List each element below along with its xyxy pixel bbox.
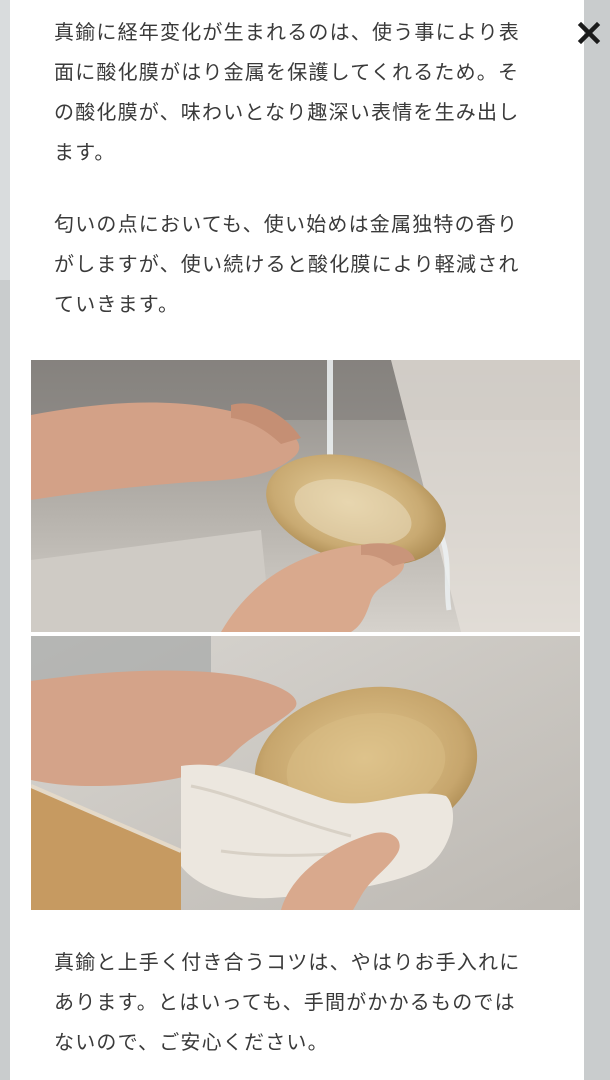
paragraph-smell-explanation: 匂いの点においても、使い始めは金属独特の香り がしますが、使い続けると酸化膜によ… (54, 204, 554, 324)
article-panel: 真鍮に経年変化が生まれるのは、使う事により表 面に酸化膜がはり金属を保護してくれ… (10, 0, 584, 1080)
paragraph-care-tips: 真鍮と上手く付き合うコツは、やはりお手入れに あります。とはいっても、手間がかか… (54, 942, 554, 1062)
text-line: 匂いの点においても、使い始めは金属独特の香り (54, 212, 519, 236)
text-line: 真鍮と上手く付き合うコツは、やはりお手入れに (54, 950, 521, 974)
close-icon[interactable] (576, 20, 602, 46)
text-line: 面に酸化膜がはり金属を保護してくれるため。そ (54, 60, 520, 84)
text-line: の酸化膜が、味わいとなり趣深い表情を生み出し (54, 100, 520, 124)
left-gutter (0, 0, 10, 1080)
photo-washing-dish (31, 360, 580, 632)
paragraph-patina-explanation: 真鍮に経年変化が生まれるのは、使う事により表 面に酸化膜がはり金属を保護してくれ… (54, 12, 554, 172)
photo-drying-dish (31, 636, 580, 910)
viewport: 真鍮に経年変化が生まれるのは、使う事により表 面に酸化膜がはり金属を保護してくれ… (0, 0, 610, 1080)
text-line: がしますが、使い続けると酸化膜により軽減され (54, 252, 520, 276)
left-gutter-shade (0, 0, 10, 280)
text-line: あります。とはいっても、手間がかかるものでは (54, 990, 516, 1014)
right-gutter (584, 0, 610, 1080)
text-line: ないので、ご安心ください。 (54, 1030, 329, 1054)
text-line: ていきます。 (54, 292, 180, 316)
text-line: ます。 (54, 140, 116, 164)
text-line: 真鍮に経年変化が生まれるのは、使う事により表 (54, 20, 520, 44)
